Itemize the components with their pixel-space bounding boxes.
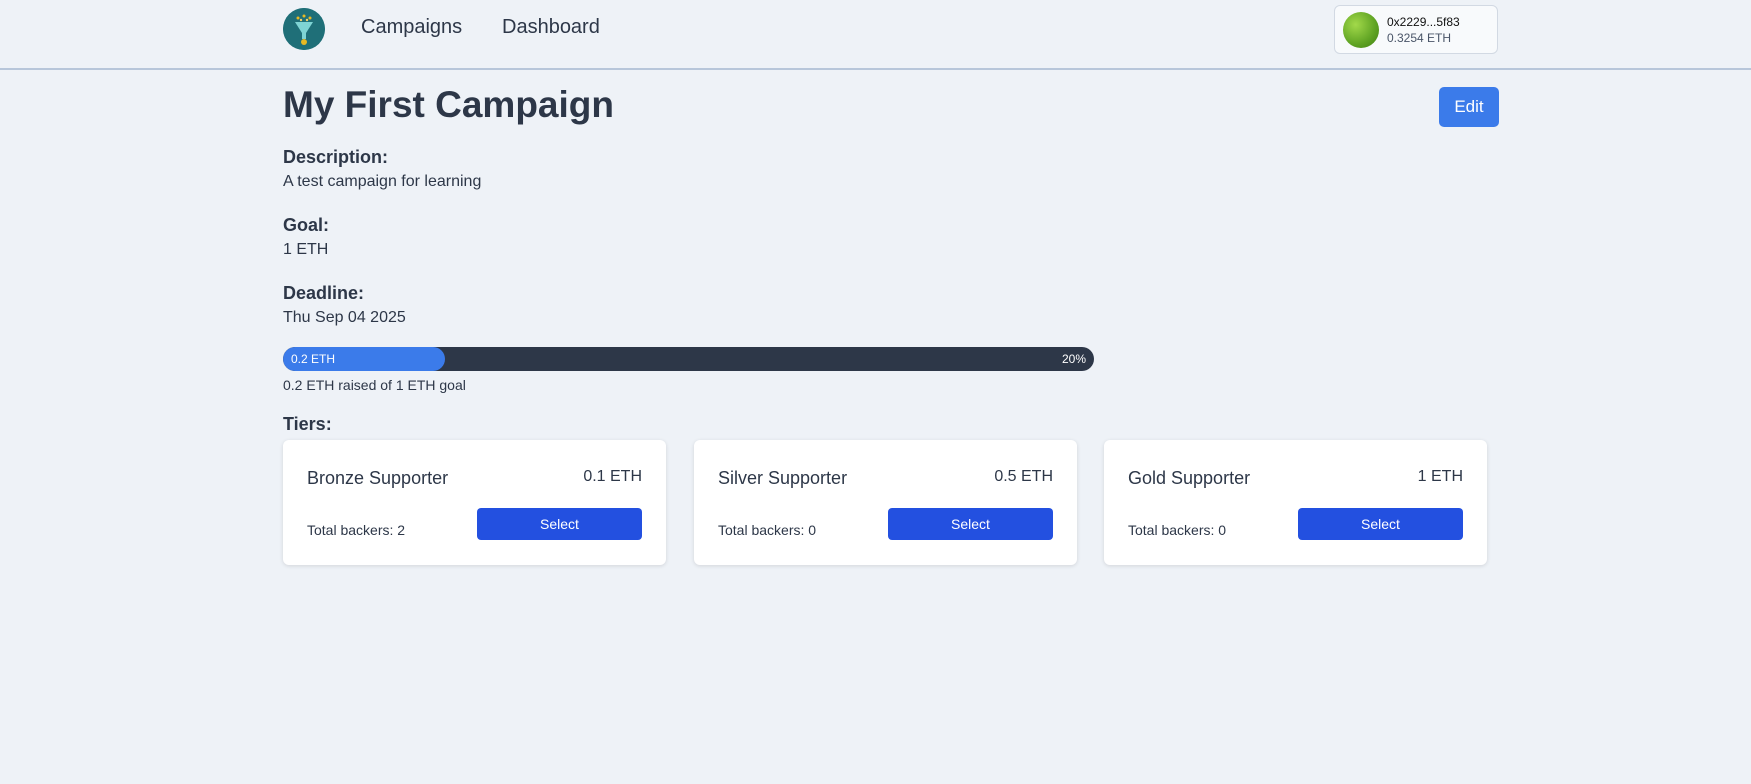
progress-caption: 0.2 ETH raised of 1 ETH goal bbox=[283, 377, 466, 393]
deadline-label: Deadline: bbox=[283, 283, 365, 303]
deadline-value: Thu Sep 04 2025 bbox=[283, 309, 406, 326]
nav-link-dashboard[interactable]: Dashboard bbox=[502, 16, 600, 39]
select-tier-button[interactable]: Select bbox=[477, 508, 642, 540]
nav-link-campaigns[interactable]: Campaigns bbox=[361, 16, 462, 39]
tier-price: 1 ETH bbox=[1417, 468, 1463, 485]
tiers-label: Tiers: bbox=[283, 414, 332, 434]
wallet-address: 0x2229...5f83 bbox=[1387, 15, 1460, 29]
goal-label: Goal: bbox=[283, 215, 330, 235]
tier-name: Silver Supporter bbox=[718, 468, 848, 488]
goal-value: 1 ETH bbox=[283, 241, 329, 258]
progress-percent-label: 20% bbox=[1061, 352, 1086, 366]
edit-button[interactable]: Edit bbox=[1439, 87, 1499, 127]
tier-price: 0.1 ETH bbox=[583, 468, 642, 485]
description-label: Description: bbox=[283, 147, 389, 167]
page-title: My First Campaign bbox=[283, 84, 614, 125]
select-tier-button[interactable]: Select bbox=[1298, 508, 1463, 540]
top-navbar: Campaigns Dashboard 0x2229...5f83 0.3254… bbox=[0, 0, 1751, 70]
tier-name: Gold Supporter bbox=[1128, 468, 1251, 488]
tier-backers: Total backers: 0 bbox=[1128, 522, 1227, 538]
wallet-button[interactable]: 0x2229...5f83 0.3254 ETH bbox=[1334, 5, 1498, 54]
tier-card-silver: Silver Supporter 0.5 ETH Total backers: … bbox=[694, 440, 1077, 565]
tier-backers: Total backers: 0 bbox=[718, 522, 817, 538]
description-value: A test campaign for learning bbox=[283, 173, 482, 190]
wallet-avatar bbox=[1343, 12, 1379, 48]
wallet-balance: 0.3254 ETH bbox=[1387, 31, 1452, 45]
tier-price: 0.5 ETH bbox=[994, 468, 1053, 485]
funding-progress-bar: 0.2 ETH 20% bbox=[283, 347, 1094, 371]
tier-backers: Total backers: 2 bbox=[307, 522, 406, 538]
select-tier-button[interactable]: Select bbox=[888, 508, 1053, 540]
progress-raised-label: 0.2 ETH bbox=[291, 352, 336, 366]
tier-card-bronze: Bronze Supporter 0.1 ETH Total backers: … bbox=[283, 440, 666, 565]
tier-name: Bronze Supporter bbox=[307, 468, 449, 488]
funnel-coin-icon[interactable] bbox=[283, 8, 325, 50]
tier-card-gold: Gold Supporter 1 ETH Total backers: 0 Se… bbox=[1104, 440, 1487, 565]
